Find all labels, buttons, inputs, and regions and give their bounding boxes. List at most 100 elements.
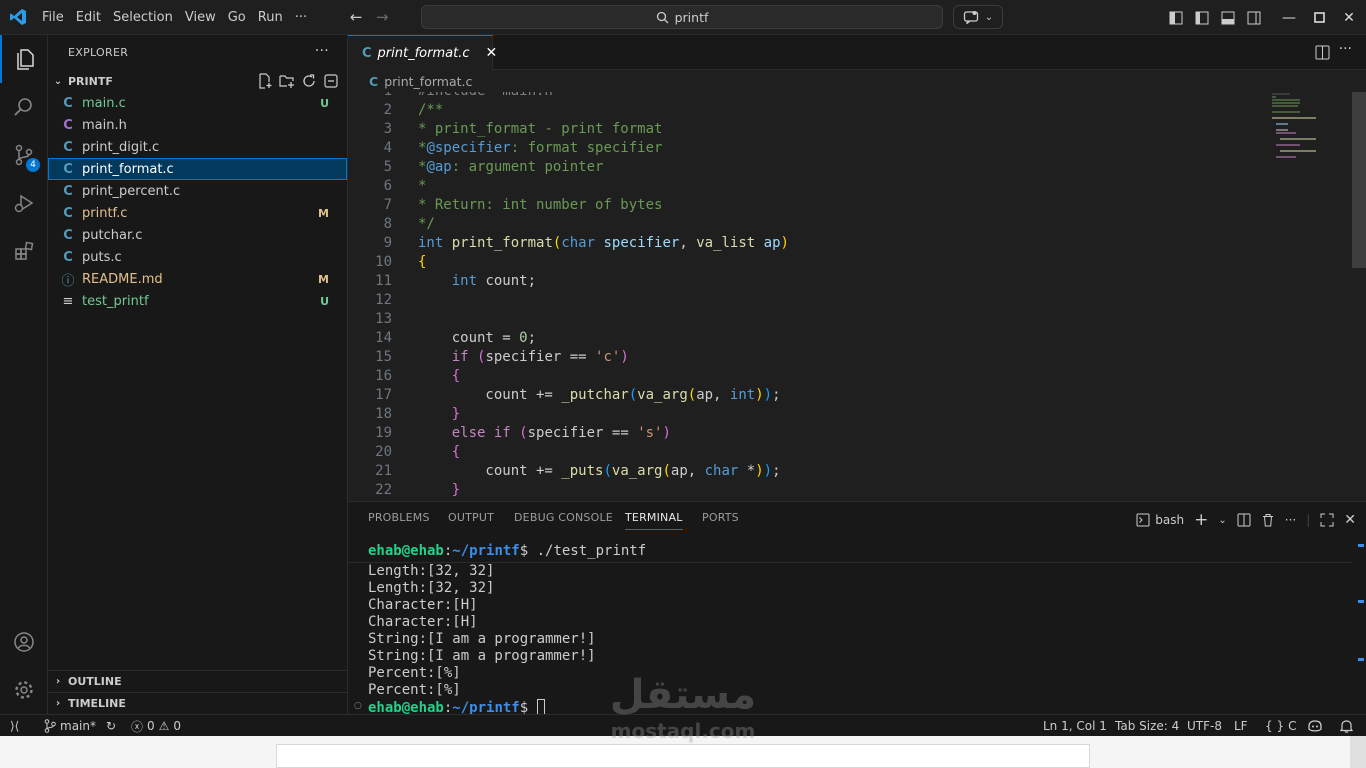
info-icon: ⓘ [61, 273, 75, 289]
accounts-activity[interactable] [0, 618, 48, 666]
source-control-activity[interactable]: 4 [0, 131, 48, 179]
language-mode[interactable]: { } C [1265, 715, 1296, 737]
tab-terminal[interactable]: TERMINAL [625, 511, 683, 530]
maximize-panel-icon[interactable] [1320, 513, 1334, 527]
file-name: puts.c [82, 249, 122, 265]
c-file-icon: C [63, 227, 73, 243]
tab-print-format[interactable]: C print_format.c ✕ [348, 35, 497, 70]
timeline-section[interactable]: › TIMELINE [48, 692, 347, 714]
minimap[interactable] [1270, 92, 1350, 162]
sync-icon[interactable]: ↻ [106, 719, 116, 733]
extensions-activity[interactable] [0, 227, 48, 275]
collapse-all-icon[interactable] [323, 73, 339, 89]
trash-icon[interactable] [1261, 513, 1275, 527]
menu-file[interactable]: File [36, 0, 70, 35]
title-bar: File Edit Selection View Go Run ··· ← → … [0, 0, 1366, 35]
new-terminal-icon[interactable]: + [1194, 510, 1208, 530]
terminal-output: String:[I am a programmer!] [368, 631, 596, 647]
cursor-position[interactable]: Ln 1, Col 1 [1043, 715, 1107, 737]
line-number: 5 [383, 159, 392, 175]
menu-selection[interactable]: Selection [107, 0, 179, 35]
tab-output[interactable]: OUTPUT [448, 511, 494, 524]
explorer-activity[interactable] [0, 35, 48, 83]
braces-icon: { } [1265, 719, 1285, 733]
new-folder-icon[interactable] [279, 73, 295, 89]
c-file-icon: C [63, 249, 73, 265]
customize-layout-icon[interactable] [1163, 0, 1189, 35]
line-number: 12 [375, 292, 392, 308]
c-file-icon: C [369, 73, 379, 89]
minimize-button[interactable]: — [1274, 0, 1304, 35]
close-icon[interactable]: ✕ [485, 45, 497, 61]
manage-activity[interactable] [0, 666, 48, 714]
tab-debug-console[interactable]: DEBUG CONSOLE [514, 511, 613, 524]
split-terminal-icon[interactable] [1237, 513, 1251, 527]
files-icon [17, 49, 34, 70]
editor-more-icon[interactable]: ··· [1339, 41, 1352, 57]
status-bar: ⟩⟨ main* ↻ ⓧ 0 ⚠ 0 Ln 1, Col 1 Tab Size:… [0, 714, 1366, 736]
tab-ports[interactable]: PORTS [702, 511, 739, 524]
menu-run[interactable]: Run [252, 0, 289, 35]
eol[interactable]: LF [1234, 715, 1248, 737]
file-print-digit[interactable]: C print_digit.c [48, 136, 347, 158]
c-file-icon: C [362, 45, 372, 61]
file-name: test_printf [82, 293, 149, 309]
terminal-profile[interactable]: bash [1136, 513, 1184, 527]
prompt-user: ehab@ehab [368, 543, 444, 559]
menu-edit[interactable]: Edit [70, 0, 107, 35]
file-print-percent[interactable]: C print_percent.c [48, 180, 347, 202]
editor-scrollbar[interactable] [1352, 92, 1366, 268]
close-window-button[interactable]: ✕ [1334, 0, 1364, 35]
copilot-status-icon[interactable] [1307, 715, 1323, 737]
problems-indicator[interactable]: ⓧ 0 ⚠ 0 [131, 715, 181, 737]
warning-icon: ⚠ [158, 719, 170, 733]
outline-section[interactable]: › OUTLINE [48, 670, 347, 692]
close-panel-icon[interactable]: ✕ [1344, 512, 1356, 528]
remote-icon[interactable]: ⟩⟨ [10, 715, 19, 737]
notifications-bell-icon[interactable] [1340, 715, 1353, 737]
breadcrumb: C print_format.c [348, 70, 1366, 92]
code-editor[interactable]: 1#include "main.h" 2/** 3* print_format … [348, 92, 1366, 501]
chevron-right-icon: › [55, 676, 61, 687]
maximize-button[interactable] [1304, 0, 1334, 35]
back-arrow-icon[interactable]: ← [343, 8, 369, 26]
tab-problems[interactable]: PROBLEMS [368, 511, 430, 524]
split-editor-icon[interactable] [1315, 45, 1330, 64]
folder-printf[interactable]: ⌄ PRINTF [48, 70, 347, 92]
file-puts[interactable]: C puts.c [48, 246, 347, 268]
breadcrumb-file[interactable]: print_format.c [384, 74, 472, 89]
file-test-printf[interactable]: ≡ test_printf U [48, 290, 347, 312]
menu-more[interactable]: ··· [289, 0, 313, 35]
chevron-down-icon[interactable]: ⌄ [1218, 515, 1226, 526]
copilot-button[interactable]: ⌄ [953, 5, 1003, 29]
menu-go[interactable]: Go [222, 0, 252, 35]
menu-view[interactable]: View [179, 0, 222, 35]
file-printf-c[interactable]: C printf.c M [48, 202, 347, 224]
toggle-primary-sidebar-icon[interactable] [1189, 0, 1215, 35]
tab-size[interactable]: Tab Size: 4 [1115, 715, 1179, 737]
refresh-icon[interactable] [301, 73, 317, 89]
command-center-search[interactable]: printf [421, 5, 943, 29]
toggle-secondary-sidebar-icon[interactable] [1241, 0, 1267, 35]
h-file-icon: C [63, 117, 73, 133]
more-actions-icon[interactable]: ··· [315, 43, 329, 59]
file-putchar[interactable]: C putchar.c [48, 224, 347, 246]
run-debug-activity[interactable] [0, 179, 48, 227]
file-readme[interactable]: ⓘ README.md M [48, 268, 347, 290]
account-icon [14, 632, 34, 652]
search-activity[interactable] [0, 83, 48, 131]
new-file-icon[interactable] [257, 73, 273, 89]
file-name: print_digit.c [82, 139, 160, 155]
file-main-c[interactable]: C main.c U [48, 92, 347, 114]
encoding[interactable]: UTF-8 [1187, 715, 1222, 737]
toggle-panel-icon[interactable] [1215, 0, 1241, 35]
line-number: 3 [383, 121, 392, 137]
branch-indicator[interactable]: main* ↻ [44, 715, 116, 737]
file-main-h[interactable]: C main.h [48, 114, 347, 136]
c-file-icon: C [63, 205, 73, 221]
panel-actions: bash + ⌄ ··· | ✕ [1136, 510, 1356, 530]
file-print-format[interactable]: C print_format.c [48, 158, 347, 180]
panel-more-icon[interactable]: ··· [1285, 513, 1296, 527]
forward-arrow-icon[interactable]: → [369, 8, 395, 26]
page-scrollbar[interactable] [1350, 736, 1366, 768]
